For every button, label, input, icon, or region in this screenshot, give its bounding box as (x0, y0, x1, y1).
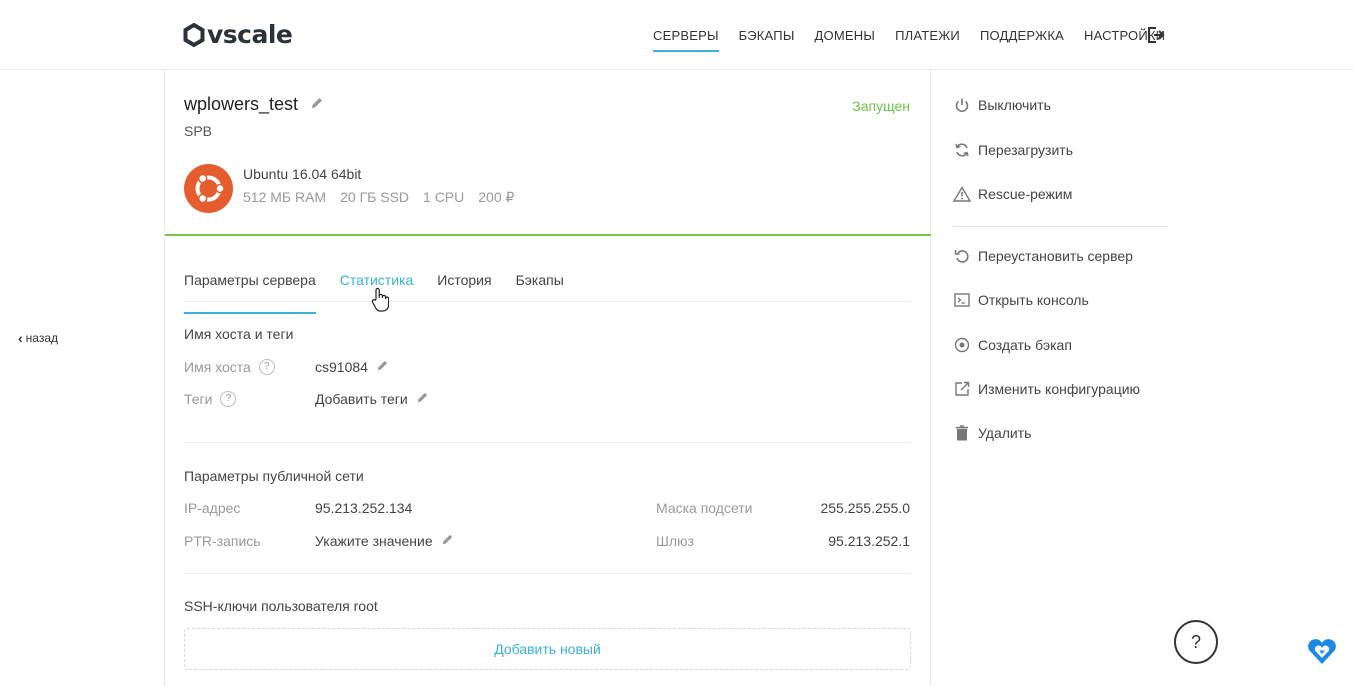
vscale-logo[interactable]: vscale (183, 20, 293, 50)
back-label: назад (25, 331, 59, 345)
mask-value: 255.255.255.0 (820, 500, 910, 516)
backup-label: Создать бэкап (978, 337, 1072, 353)
chevron-left-icon: ‹ (18, 330, 23, 346)
os-name: Ubuntu 16.04 64bit (243, 166, 362, 182)
restart-label: Перезагрузить (978, 142, 1073, 158)
record-circle-icon (953, 336, 971, 354)
server-name: wplowers_test (184, 94, 324, 115)
ssh-section-title: SSH-ключи пользователя root (184, 598, 378, 614)
section-divider (184, 573, 911, 574)
logo-text: vscale (207, 20, 293, 49)
refresh-icon (953, 141, 971, 159)
help-question-icon[interactable]: ? (258, 359, 275, 375)
resize-action[interactable]: Изменить конфигурацию (953, 380, 1140, 398)
hostname-label-text: Имя хоста (184, 359, 251, 375)
backup-action[interactable]: Создать бэкап (953, 336, 1072, 354)
edit-hostname-pencil-icon[interactable] (376, 359, 389, 375)
tags-label: Теги ? (184, 391, 237, 407)
server-specs: 512 МБ RAM 20 ГБ SSD 1 CPU 200 ₽ (243, 189, 528, 206)
actions-divider (953, 226, 1168, 227)
ip-value: 95.213.252.134 (315, 500, 413, 516)
spec-cpu: 1 CPU (423, 189, 465, 205)
nav-domains[interactable]: ДОМЕНЫ (815, 28, 876, 44)
hostname-field[interactable]: cs91084 (315, 359, 389, 375)
terminal-icon (953, 291, 971, 309)
nav-support[interactable]: ПОДДЕРЖКА (980, 28, 1064, 44)
nav-backups[interactable]: БЭКАПЫ (739, 28, 795, 44)
gateway-label: Шлюз (656, 533, 694, 549)
edit-name-pencil-icon[interactable] (310, 94, 324, 115)
hostname-section-title: Имя хоста и теги (184, 326, 294, 342)
edit-ptr-pencil-icon[interactable] (441, 533, 454, 549)
resize-label: Изменить конфигурацию (978, 381, 1141, 397)
warning-icon (953, 185, 971, 203)
delete-action[interactable]: Удалить (953, 424, 1031, 442)
spec-price: 200 ₽ (478, 189, 515, 205)
status-badge: Запущен (852, 98, 910, 114)
spec-disk: 20 ГБ SSD (340, 189, 410, 205)
nav-payments[interactable]: ПЛАТЕЖИ (895, 28, 960, 44)
server-panel: wplowers_test SPB Запущен Ubuntu 16.04 6… (164, 70, 931, 686)
hostname-label: Имя хоста ? (184, 359, 275, 375)
logout-icon[interactable] (1147, 26, 1165, 47)
reinstall-action[interactable]: Переустановить сервер (953, 247, 1133, 265)
rescue-action[interactable]: Rescue-режим (953, 185, 1072, 203)
power-icon (953, 96, 971, 114)
hand-cursor-icon (371, 287, 390, 316)
ptr-field[interactable]: Укажите значение (315, 533, 454, 549)
ip-label: IP-адрес (184, 500, 241, 516)
back-link[interactable]: ‹ назад (18, 330, 58, 346)
tab-bar: Параметры сервера Статистика История Бэк… (184, 272, 911, 314)
tags-value: Добавить теги (315, 391, 408, 407)
trash-icon (953, 424, 971, 442)
power-off-action[interactable]: Выключить (953, 96, 1051, 114)
external-edit-icon (953, 380, 971, 398)
hostname-value: cs91084 (315, 359, 368, 375)
tab-backups[interactable]: Бэкапы (516, 272, 564, 301)
ptr-label: PTR-запись (184, 533, 261, 549)
console-label: Открыть консоль (978, 292, 1089, 308)
top-header: vscale СЕРВЕРЫ БЭКАПЫ ДОМЕНЫ ПЛАТЕЖИ ПОД… (0, 0, 1353, 70)
power-off-label: Выключить (978, 97, 1051, 113)
main-nav: СЕРВЕРЫ БЭКАПЫ ДОМЕНЫ ПЛАТЕЖИ ПОДДЕРЖКА … (653, 28, 1185, 52)
status-divider (165, 234, 931, 236)
heart-brand-icon[interactable] (1306, 638, 1338, 669)
edit-tags-pencil-icon[interactable] (416, 391, 429, 407)
tab-server-params[interactable]: Параметры сервера (184, 272, 316, 314)
network-section-title: Параметры публичной сети (184, 468, 364, 484)
nav-servers[interactable]: СЕРВЕРЫ (653, 28, 719, 52)
ptr-value: Укажите значение (315, 533, 433, 549)
reinstall-label: Переустановить сервер (978, 248, 1133, 264)
tags-label-text: Теги (184, 391, 213, 407)
add-ssh-key-button[interactable]: Добавить новый (184, 628, 911, 670)
server-region: SPB (184, 123, 213, 139)
mask-label: Маска подсети (656, 500, 753, 516)
hexagon-logo-icon (183, 23, 205, 47)
help-question-icon[interactable]: ? (220, 391, 237, 407)
tags-field[interactable]: Добавить теги (315, 391, 429, 407)
restart-action[interactable]: Перезагрузить (953, 141, 1073, 159)
console-action[interactable]: Открыть консоль (953, 291, 1089, 309)
spec-ram: 512 МБ RAM (243, 189, 327, 205)
gateway-value: 95.213.252.1 (828, 533, 910, 549)
delete-label: Удалить (978, 425, 1032, 441)
tab-history[interactable]: История (437, 272, 491, 301)
server-name-text: wplowers_test (184, 94, 299, 114)
ubuntu-logo-icon (184, 164, 233, 213)
rescue-label: Rescue-режим (978, 186, 1073, 202)
section-divider (184, 442, 911, 443)
help-button[interactable]: ? (1174, 620, 1218, 664)
undo-icon (953, 247, 971, 265)
